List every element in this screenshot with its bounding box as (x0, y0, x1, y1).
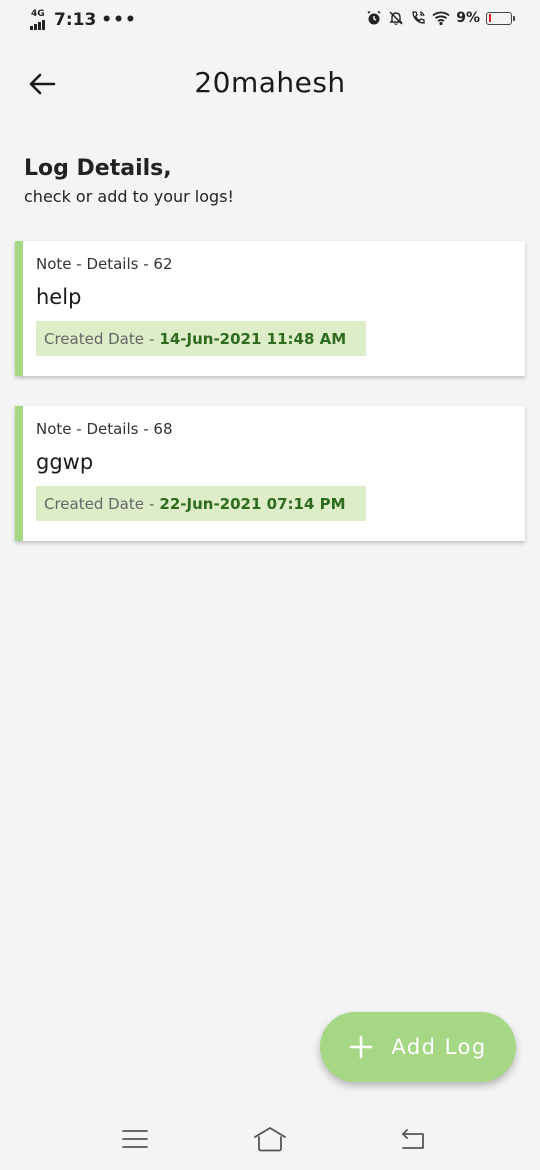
created-date-separator: - (148, 494, 155, 513)
status-bar: 4G 7:13 ••• 9% (0, 0, 540, 42)
alarm-icon (367, 10, 381, 25)
add-log-button[interactable]: Add Log (320, 1012, 516, 1082)
created-date-badge: Created Date - 14-Jun-2021 11:48 AM (36, 321, 366, 356)
home-icon (254, 1127, 286, 1152)
bell-off-icon (389, 11, 403, 25)
log-title: help (36, 285, 82, 309)
log-title: ggwp (36, 450, 94, 474)
wifi-icon (432, 11, 450, 26)
status-left: 4G 7:13 ••• (30, 10, 137, 30)
status-right: 9% (360, 10, 515, 26)
system-back-button[interactable] (392, 1124, 432, 1154)
intro-subheading: check or add to your logs! (24, 187, 234, 206)
status-time: 7:13 (54, 10, 97, 30)
log-meta: Note - Details - 68 (36, 420, 173, 438)
created-date-separator: - (148, 329, 155, 348)
wifi-call-icon (412, 11, 425, 24)
log-meta: Note - Details - 62 (36, 255, 173, 273)
network-signal-icon: 4G (30, 10, 48, 30)
created-date-badge: Created Date - 22-Jun-2021 07:14 PM (36, 486, 366, 521)
created-date-value: 14-Jun-2021 11:48 AM (159, 329, 347, 348)
log-card[interactable]: Note - Details - 68 ggwp Created Date - … (15, 406, 525, 541)
intro-section: Log Details, check or add to your logs! (24, 156, 234, 206)
app-header: 20mahesh (0, 58, 540, 110)
back-icon (402, 1129, 424, 1149)
intro-heading: Log Details, (24, 156, 172, 181)
page-title: 20mahesh (194, 66, 346, 99)
menu-icon (122, 1130, 148, 1148)
status-more-dots: ••• (101, 10, 137, 30)
plus-icon (350, 1035, 373, 1059)
created-date-value: 22-Jun-2021 07:14 PM (159, 494, 346, 513)
battery-icon (486, 11, 515, 25)
log-card[interactable]: Note - Details - 62 help Created Date - … (15, 241, 525, 376)
battery-level (488, 14, 491, 22)
network-type: 4G (31, 9, 45, 19)
battery-percent: 9% (456, 10, 480, 26)
home-button[interactable] (250, 1124, 290, 1154)
add-log-label: Add Log (391, 1035, 487, 1059)
menu-button[interactable] (115, 1124, 155, 1154)
system-nav-bar (0, 1112, 540, 1170)
created-date-label: Created Date (44, 329, 144, 348)
created-date-label: Created Date (44, 494, 144, 513)
